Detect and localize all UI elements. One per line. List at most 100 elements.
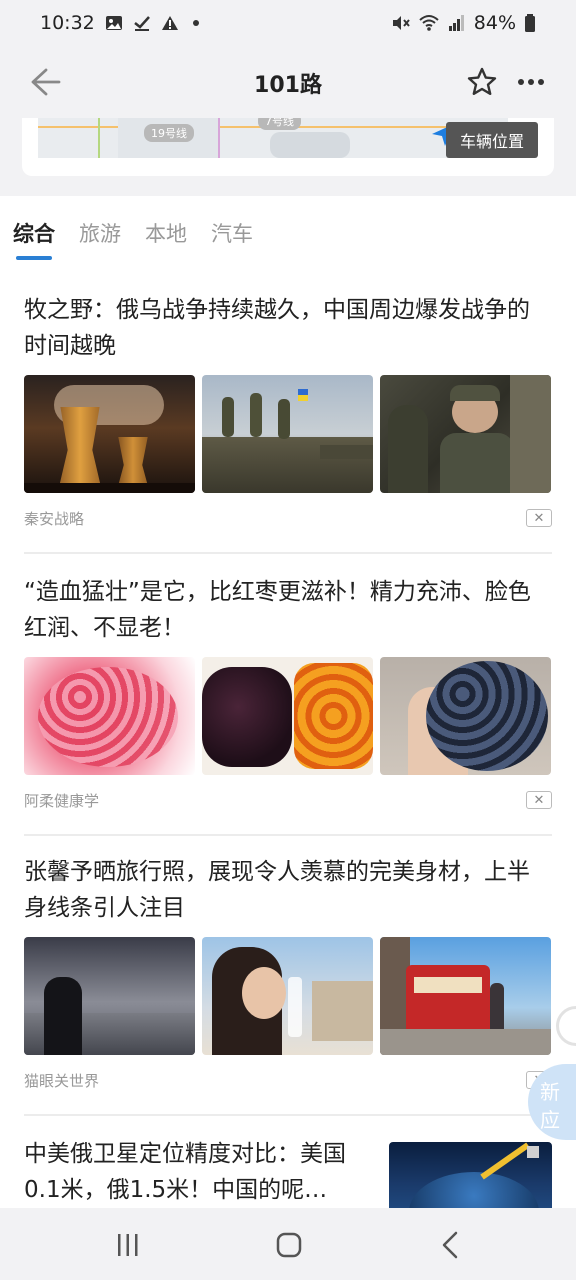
news-feed[interactable]: 综合 旅游 本地 汽车 牧之野：俄乌战争持续越久，中国周边爆发战争的时间越晚 秦… (0, 196, 576, 1208)
news-thumbnails (24, 375, 552, 493)
news-thumbnail[interactable] (202, 657, 373, 775)
more-dot (528, 79, 534, 85)
news-source: 秦安战略 (24, 509, 85, 528)
battery-text: 84% (473, 12, 516, 34)
satellite (480, 1142, 530, 1180)
face (242, 967, 286, 1019)
nav-back-button[interactable] (432, 1230, 468, 1260)
close-icon: ✕ (533, 792, 545, 808)
status-time: 10:32 (40, 12, 95, 34)
soldier (250, 393, 262, 437)
orange-fruit (294, 663, 373, 769)
news-title[interactable]: 牧之野：俄乌战争持续越久，中国周边爆发战争的时间越晚 (24, 292, 552, 364)
back-icon (442, 1231, 458, 1259)
more-options-button[interactable] (514, 66, 548, 98)
red-tram (406, 965, 490, 1029)
soldier (278, 399, 290, 439)
globe (409, 1172, 539, 1208)
map-label-line-7: 7号线 (258, 118, 301, 130)
recent-apps-icon (118, 1234, 138, 1256)
grapes (426, 661, 548, 771)
news-card[interactable]: “造血猛壮”是它，比红枣更滋补！精力充沛、脸色红润、不显老！ 阿柔健康学 ✕ (24, 574, 552, 811)
tab-travel[interactable]: 旅游 (79, 218, 121, 266)
divider (24, 552, 552, 554)
news-thumbnail[interactable] (24, 375, 195, 493)
vehicle-position-button[interactable]: 车辆位置 (445, 122, 538, 158)
tab-label: 汽车 (211, 222, 253, 246)
news-card[interactable]: 牧之野：俄乌战争持续越久，中国周边爆发战争的时间越晚 秦安战略 ✕ (24, 292, 552, 529)
map-block (270, 132, 350, 158)
divider (24, 834, 552, 836)
home-icon (276, 1232, 302, 1258)
tab-active-indicator (16, 256, 52, 260)
news-thumbnail[interactable] (380, 937, 551, 1055)
soldier (222, 397, 234, 437)
news-meta: 阿柔健康学 ✕ (24, 789, 552, 811)
route-map[interactable]: 19号线 7号线 (38, 118, 508, 158)
news-thumbnail[interactable] (24, 657, 195, 775)
header-bar: 101路 (0, 46, 576, 118)
tab-label: 综合 (13, 222, 55, 246)
tram-window (414, 977, 482, 993)
building (312, 981, 373, 1041)
news-thumbnail[interactable] (202, 937, 373, 1055)
more-dot (538, 79, 544, 85)
news-card[interactable]: 张馨予晒旅行照，展现令人羡慕的完美身材，上半身线条引人注目 猫眼关世界 (24, 854, 552, 1091)
ground (24, 483, 195, 493)
dark-berries (202, 667, 292, 767)
news-thumbnail[interactable] (202, 375, 373, 493)
news-thumbnail[interactable] (380, 657, 551, 775)
warning-icon (161, 16, 178, 30)
close-icon: ✕ (533, 510, 545, 526)
bubble-char: 应 (540, 1108, 560, 1132)
news-thumbnail[interactable] (24, 937, 195, 1055)
recent-apps-button[interactable] (110, 1230, 146, 1260)
system-nav-bar (0, 1208, 576, 1280)
tab-label: 旅游 (79, 222, 121, 246)
news-title[interactable]: “造血猛壮”是它，比红枣更滋补！精力充沛、脸色红润、不显老！ (24, 574, 552, 646)
wifi-icon (419, 15, 439, 31)
tab-local[interactable]: 本地 (145, 218, 187, 266)
signal-icon (448, 15, 464, 31)
news-thumbnail[interactable] (389, 1142, 552, 1208)
tab-label: 本地 (145, 222, 187, 246)
news-source: 猫眼关世界 (24, 1071, 100, 1090)
news-title[interactable]: 张馨予晒旅行照，展现令人羡慕的完美身材，上半身线条引人注目 (24, 854, 552, 926)
news-meta: 猫眼关世界 ✕ (24, 1069, 552, 1091)
check-icon (133, 16, 150, 31)
divider (24, 1114, 552, 1116)
background-figure (510, 375, 551, 493)
map-road (98, 118, 100, 158)
favorite-button[interactable] (466, 66, 498, 98)
news-title[interactable]: 中美俄卫星定位精度对比：美国0.1米，俄1.5米！中国的呢… (24, 1136, 374, 1208)
red-balls (38, 667, 178, 767)
mute-icon (392, 16, 410, 30)
map-road (218, 118, 220, 158)
category-tabs: 综合 旅游 本地 汽车 (0, 218, 576, 266)
uniform (440, 433, 514, 493)
bottle (288, 977, 302, 1037)
soldier (388, 405, 428, 493)
bubble-char: 新 (540, 1080, 560, 1104)
home-button[interactable] (270, 1230, 306, 1260)
dismiss-button[interactable]: ✕ (526, 509, 552, 527)
image-icon (105, 16, 122, 30)
woman-silhouette (44, 977, 82, 1055)
dismiss-button[interactable]: ✕ (526, 791, 552, 809)
dot-icon (192, 20, 199, 26)
vehicle (320, 445, 373, 459)
route-map-card[interactable]: 19号线 7号线 车辆位置 (22, 118, 554, 176)
battery-icon (525, 14, 535, 32)
news-card[interactable]: 中美俄卫星定位精度对比：美国0.1米，俄1.5米！中国的呢… (24, 1136, 552, 1208)
flag (298, 395, 308, 401)
news-meta: 秦安战略 ✕ (24, 507, 552, 529)
tab-auto[interactable]: 汽车 (211, 218, 253, 266)
tab-general[interactable]: 综合 (13, 218, 55, 266)
news-thumbnails (24, 937, 552, 1055)
satellite-body (527, 1146, 539, 1158)
news-thumbnail[interactable] (380, 375, 551, 493)
news-source: 阿柔健康学 (24, 791, 100, 810)
street (380, 1029, 551, 1055)
more-dot (518, 79, 524, 85)
star-icon (467, 67, 497, 95)
